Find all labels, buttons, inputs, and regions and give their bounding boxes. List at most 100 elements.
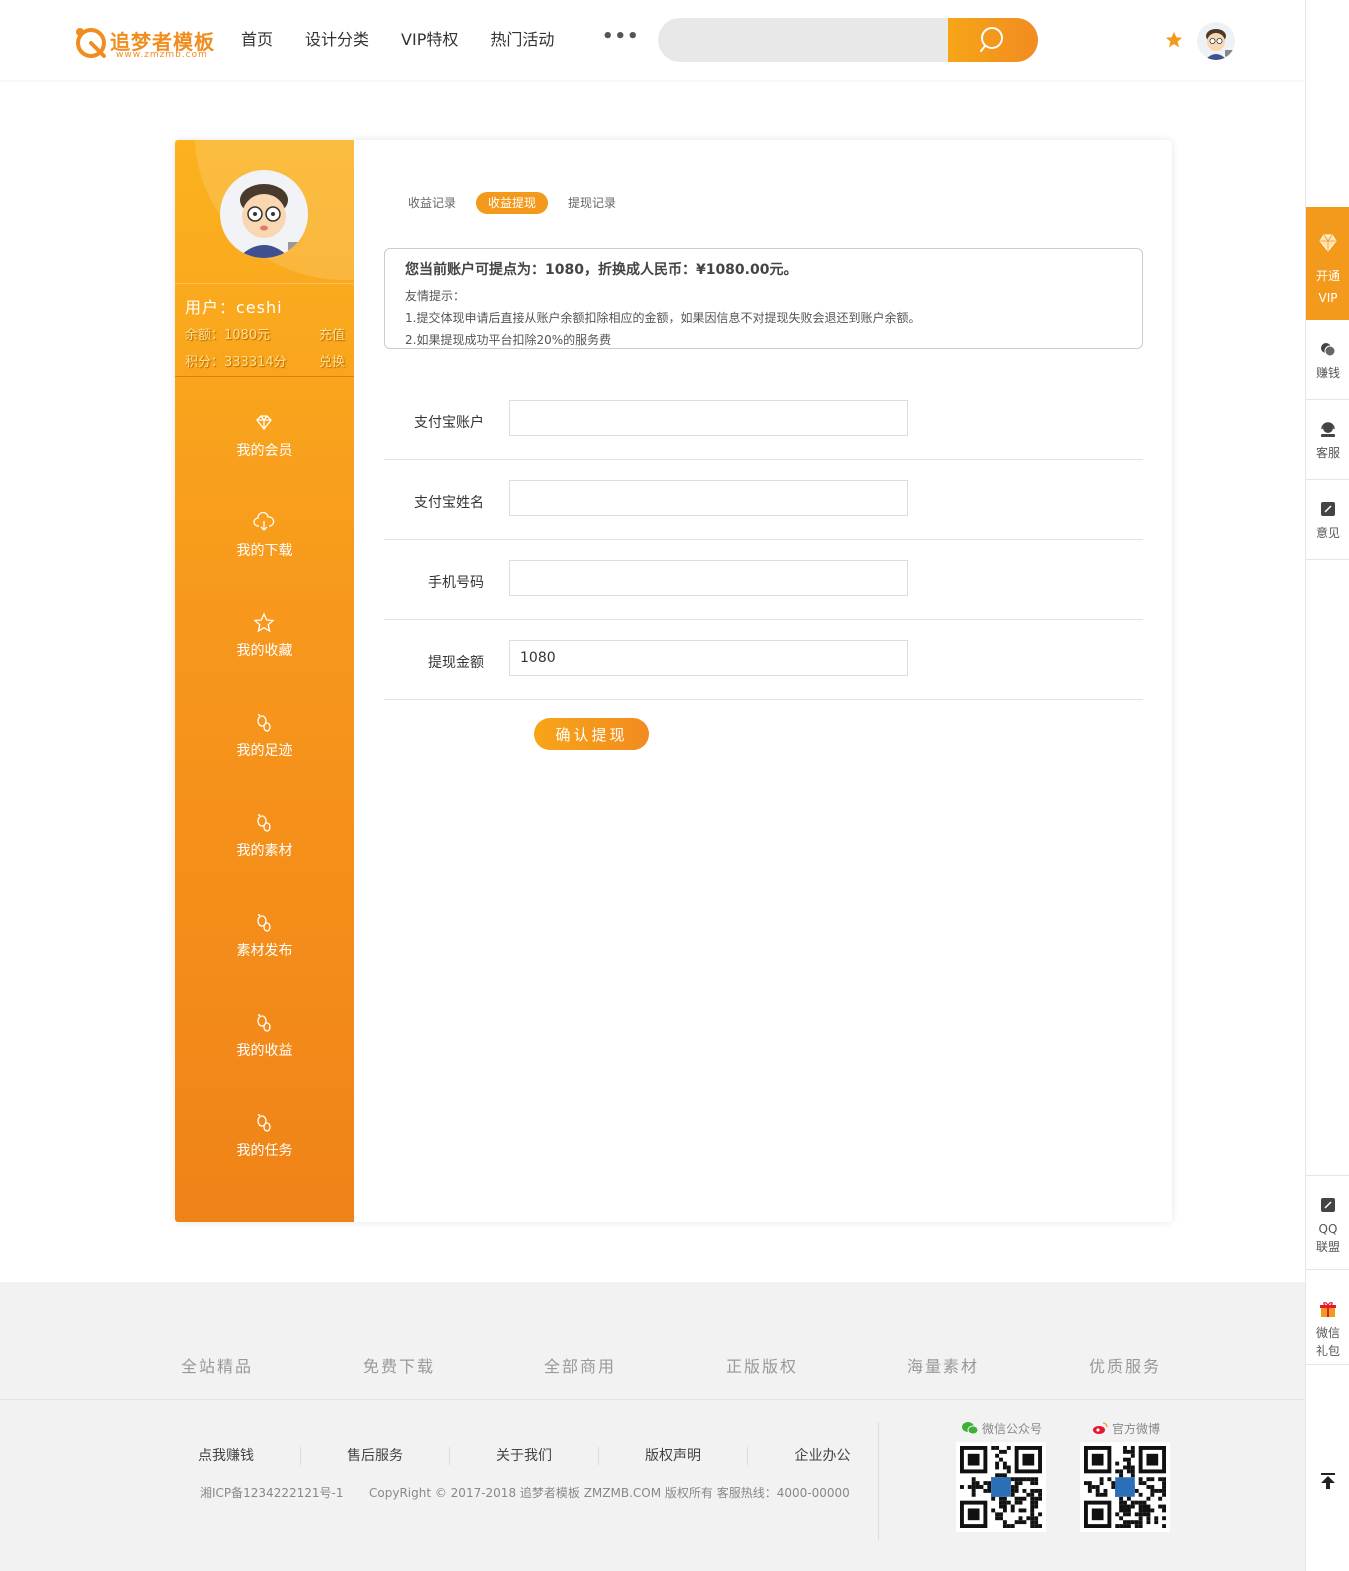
wechat-gift-label: 微信 礼包 xyxy=(1306,1324,1349,1360)
money-icon xyxy=(1321,343,1336,357)
points-value: 积分：333314分 xyxy=(185,355,287,370)
feedback-button[interactable]: 意见 xyxy=(1306,480,1349,560)
amount-label: 提现金额 xyxy=(428,655,484,671)
avatar-icon xyxy=(1205,29,1233,60)
footer-link-enterprise[interactable]: 企业办公 xyxy=(748,1447,897,1465)
nav-design-categories[interactable]: 设计分类 xyxy=(305,29,369,51)
wechat-icon xyxy=(961,1422,978,1435)
weibo-title-label: 官方微博 xyxy=(1111,1421,1160,1436)
feature-item: 海量素材 xyxy=(907,1357,980,1376)
gift-label-line1: 微信 xyxy=(1315,1326,1340,1340)
exchange-link[interactable]: 兑换 xyxy=(319,351,345,370)
footprint-icon xyxy=(257,914,271,932)
form-row-alipay-account: 支付宝账户 xyxy=(384,380,1143,460)
wechat-qr-block: 微信公众号 xyxy=(956,1420,1048,1532)
sidebar-item-downloads[interactable]: 我的下载 xyxy=(175,510,354,610)
form-row-alipay-name: 支付宝姓名 xyxy=(384,460,1143,540)
available-points-text: 您当前账户可提点为：1080，折换成人民币：¥1080.00元。 xyxy=(405,262,798,278)
feature-item: 全部商用 xyxy=(544,1357,617,1376)
qq-union-label: QQ 联盟 xyxy=(1306,1220,1349,1256)
footer-link-after-sales[interactable]: 售后服务 xyxy=(301,1447,450,1465)
footer-link-copyright[interactable]: 版权声明 xyxy=(599,1447,748,1465)
tab-withdraw-records[interactable]: 提现记录 xyxy=(556,192,628,214)
open-vip-button[interactable]: 开通 VIP xyxy=(1306,207,1349,320)
weibo-icon xyxy=(1092,1422,1108,1434)
favorite-star-icon[interactable] xyxy=(1165,31,1183,49)
logo-mark-icon xyxy=(76,28,106,58)
wechat-qr-code xyxy=(956,1442,1046,1532)
user-info-panel: 用户：ceshi 余额：1080元 充值 积分：333314分 兑换 xyxy=(175,283,354,377)
sidebar-item-favorites[interactable]: 我的收藏 xyxy=(175,610,354,710)
footer-link-earn[interactable]: 点我赚钱 xyxy=(152,1447,301,1465)
sidebar-item-membership[interactable]: 我的会员 xyxy=(175,410,354,510)
nav-hot-events[interactable]: 热门活动 xyxy=(490,29,554,51)
sidebar-item-footprints[interactable]: 我的足迹 xyxy=(175,710,354,810)
weibo-qr-code xyxy=(1080,1442,1170,1532)
nav-more-icon[interactable]: ••• xyxy=(602,26,640,47)
back-to-top-icon[interactable] xyxy=(1317,1470,1339,1492)
header: 追梦者模板 www.zmzmb.com 首页 设计分类 VIP特权 热门活动 •… xyxy=(0,0,1305,80)
alipay-name-label: 支付宝姓名 xyxy=(414,495,484,511)
sidebar-item-label: 我的足迹 xyxy=(236,743,293,759)
feature-item: 优质服务 xyxy=(1089,1357,1162,1376)
user-sidebar: 用户：ceshi 余额：1080元 充值 积分：333314分 兑换 我的会员 … xyxy=(175,140,354,1222)
gift-label-line2: 礼包 xyxy=(1315,1344,1340,1358)
feedback-label: 意见 xyxy=(1315,526,1340,540)
site-logo[interactable]: 追梦者模板 www.zmzmb.com xyxy=(74,22,234,62)
icp-record[interactable]: 湘ICP备1234222121号-1 xyxy=(200,1484,343,1501)
diamond-icon xyxy=(256,415,272,431)
search-button[interactable] xyxy=(948,18,1038,62)
sidebar-item-tasks[interactable]: 我的任务 xyxy=(175,1110,354,1210)
alipay-account-input[interactable] xyxy=(509,400,908,436)
search-icon xyxy=(980,27,1003,52)
tab-earnings-records[interactable]: 收益记录 xyxy=(396,192,468,214)
alipay-account-label: 支付宝账户 xyxy=(414,415,484,431)
withdraw-notice: 您当前账户可提点为：1080，折换成人民币：¥1080.00元。 友情提示： 1… xyxy=(384,248,1143,349)
search-input[interactable] xyxy=(658,18,948,62)
qr-code-icon xyxy=(1084,1446,1166,1528)
tab-withdraw[interactable]: 收益提现 xyxy=(476,192,549,214)
header-user-avatar[interactable] xyxy=(1197,22,1235,60)
right-float-bar: 开通 VIP 赚钱 客服 意见 QQ 联盟 微信 礼包 xyxy=(1305,0,1349,1571)
amount-input[interactable] xyxy=(509,640,908,676)
footprint-icon xyxy=(257,1014,271,1032)
weibo-title: 官方微博 xyxy=(1080,1420,1172,1436)
sidebar-item-materials[interactable]: 我的素材 xyxy=(175,810,354,910)
footprint-icon xyxy=(257,1114,271,1132)
alipay-name-input[interactable] xyxy=(509,480,908,516)
customer-service-button[interactable]: 客服 xyxy=(1306,400,1349,480)
earn-money-button[interactable]: 赚钱 xyxy=(1306,320,1349,400)
edit-icon xyxy=(1321,502,1335,516)
earn-money-label: 赚钱 xyxy=(1315,366,1340,380)
footer-features: 全站精品 免费下载 全部商用 正版版权 海量素材 优质服务 xyxy=(0,1282,1305,1400)
content-tabs: 收益记录 收益提现 提现记录 xyxy=(396,192,636,214)
sidebar-item-label: 我的任务 xyxy=(236,1143,293,1159)
nav-home[interactable]: 首页 xyxy=(241,29,273,51)
phone-input[interactable] xyxy=(509,560,908,596)
sidebar-item-label: 我的收藏 xyxy=(236,643,293,659)
nav-vip[interactable]: VIP特权 xyxy=(401,29,458,51)
sidebar-item-label: 我的会员 xyxy=(236,443,293,459)
wechat-title: 微信公众号 xyxy=(956,1420,1048,1436)
sidebar-item-label: 素材发布 xyxy=(236,943,293,959)
confirm-withdraw-button[interactable]: 确认提现 xyxy=(534,718,649,750)
customer-service-label: 客服 xyxy=(1315,446,1340,460)
user-name: 用户：ceshi xyxy=(185,298,283,317)
footer-link-about[interactable]: 关于我们 xyxy=(450,1447,599,1465)
sidebar-item-earnings[interactable]: 我的收益 xyxy=(175,1010,354,1110)
tip-title: 友情提示： xyxy=(405,289,466,303)
user-avatar[interactable] xyxy=(220,170,308,258)
wechat-title-label: 微信公众号 xyxy=(981,1421,1042,1436)
balance-value: 余额：1080元 xyxy=(185,328,271,343)
qq-label-line1: QQ xyxy=(1318,1222,1338,1236)
footprint-icon xyxy=(257,714,271,732)
qr-code-icon xyxy=(960,1446,1042,1528)
tip-line-1: 1.提交体现申请后直接从账户余额扣除相应的金额，如果因信息不对提现失败会退还到账… xyxy=(405,311,921,325)
vip-label-line1: 开通 xyxy=(1315,269,1340,283)
tip-line-2: 2.如果提现成功平台扣除20%的服务费 xyxy=(405,333,612,347)
qq-union-button[interactable]: QQ 联盟 xyxy=(1306,1175,1349,1270)
feature-item: 免费下载 xyxy=(363,1357,436,1376)
sidebar-item-publish[interactable]: 素材发布 xyxy=(175,910,354,1010)
recharge-link[interactable]: 充值 xyxy=(319,324,345,343)
wechat-gift-button[interactable]: 微信 礼包 xyxy=(1306,1280,1349,1365)
